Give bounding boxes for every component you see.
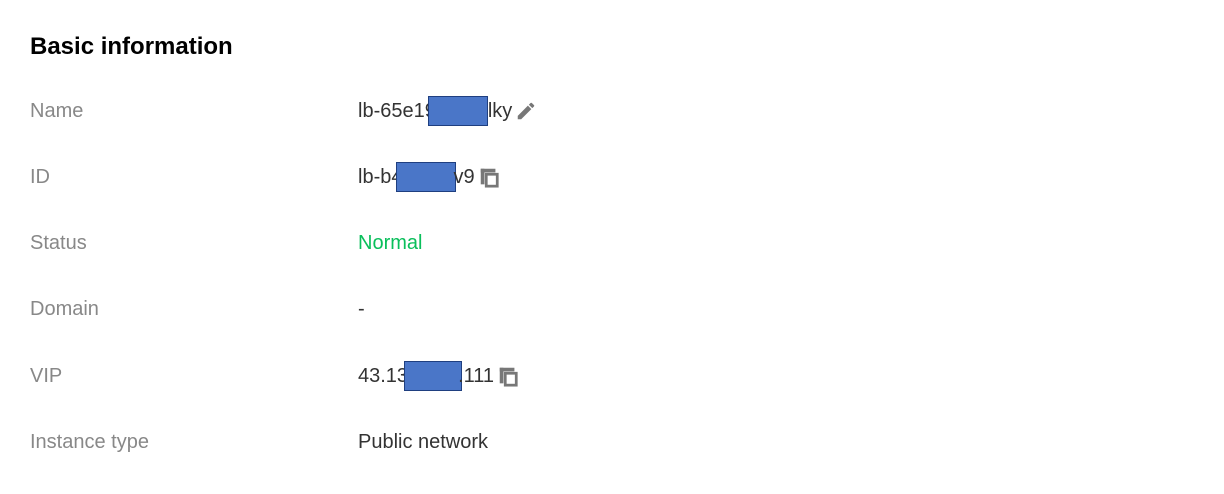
info-row-instance-type: Instance type Public network	[0, 427, 1224, 457]
redacted-block	[404, 361, 463, 391]
info-row-name: Name lb-65e19 lky	[0, 96, 1224, 126]
status-value: Normal	[358, 232, 423, 254]
instance-type-label: Instance type	[30, 431, 149, 453]
vip-value-suffix: .111	[458, 365, 495, 387]
redacted-block	[427, 96, 488, 126]
info-row-id: ID lb-b4 v9	[0, 162, 1224, 192]
id-value: lb-b4 v9	[358, 162, 501, 192]
name-value-suffix: lky	[487, 100, 513, 122]
instance-type-value: Public network	[358, 431, 489, 453]
id-value-suffix: v9	[453, 166, 475, 188]
copy-icon[interactable]	[477, 165, 501, 189]
domain-label: Domain	[30, 298, 99, 320]
copy-icon[interactable]	[496, 364, 520, 388]
redacted-block	[396, 162, 457, 192]
info-row-status: Status Normal	[0, 228, 1224, 258]
vip-value: 43.13 .111	[358, 361, 520, 391]
info-row-domain: Domain -	[0, 294, 1224, 324]
vip-label: VIP	[30, 365, 63, 387]
vip-value-prefix: 43.13	[358, 365, 409, 387]
info-row-vip: VIP 43.13 .111	[0, 361, 1224, 391]
edit-icon[interactable]	[514, 99, 538, 123]
name-value-prefix: lb-65e19	[358, 100, 436, 122]
status-label: Status	[30, 232, 87, 254]
domain-value: -	[358, 298, 365, 320]
name-value: lb-65e19 lky	[358, 96, 538, 126]
name-label: Name	[30, 100, 84, 122]
id-label: ID	[30, 166, 50, 188]
section-title: Basic information	[30, 33, 233, 60]
